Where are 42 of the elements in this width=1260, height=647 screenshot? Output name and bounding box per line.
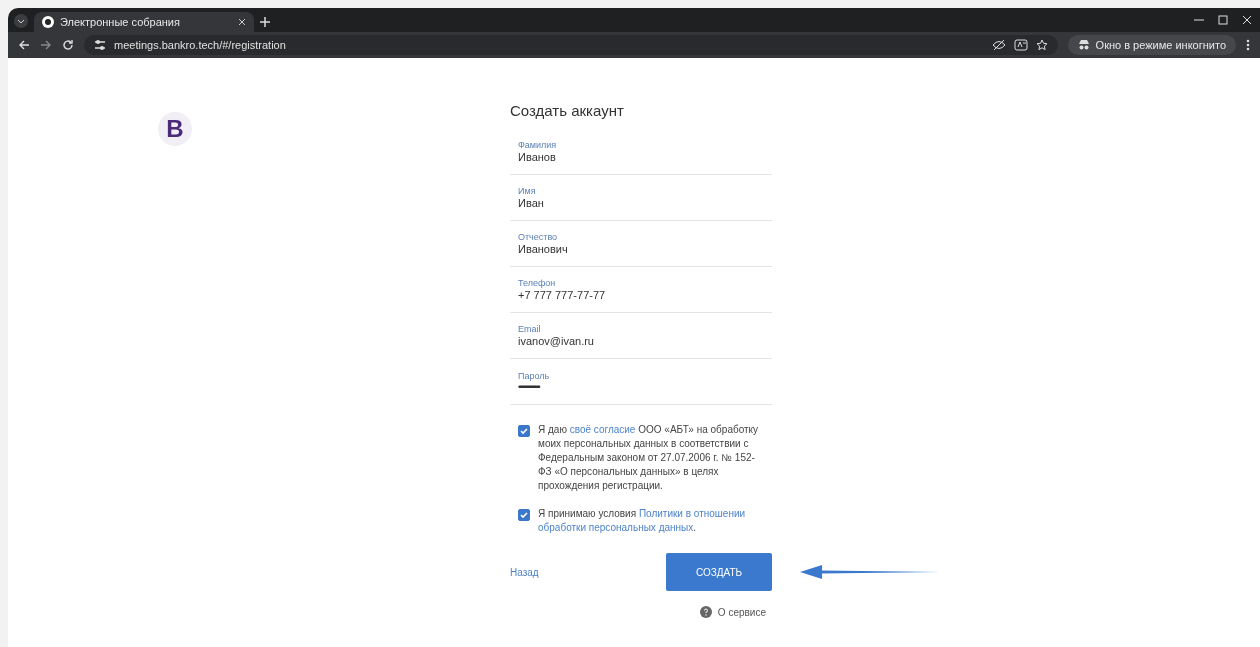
- field-label: Телефон: [518, 278, 557, 288]
- input-field[interactable]: Иван: [518, 197, 764, 209]
- input-field[interactable]: Иванович: [518, 243, 764, 255]
- checkbox[interactable]: [518, 425, 530, 437]
- back-icon[interactable]: [18, 39, 30, 51]
- tab-search-icon[interactable]: [14, 14, 28, 28]
- reload-icon[interactable]: [62, 39, 74, 51]
- maximize-icon[interactable]: [1218, 15, 1228, 25]
- field-label: Пароль: [518, 371, 551, 381]
- close-icon[interactable]: [1242, 15, 1252, 25]
- input-field[interactable]: Иванов: [518, 151, 764, 163]
- star-icon[interactable]: [1035, 39, 1048, 51]
- translate-icon[interactable]: [1013, 39, 1028, 51]
- field-label: Email: [518, 324, 542, 334]
- consent-text: Я принимаю условия Политики в отношении обработки персональных данных.: [538, 507, 747, 535]
- help-icon: [699, 606, 712, 618]
- about-link[interactable]: О сервисе: [693, 605, 772, 619]
- new-tab-icon[interactable]: [260, 17, 270, 27]
- site-icon: [42, 16, 54, 28]
- eye-off-icon[interactable]: [991, 39, 1006, 51]
- logo[interactable]: B: [158, 112, 192, 146]
- input-field[interactable]: +7 777 777-77-77: [518, 289, 764, 301]
- close-icon[interactable]: [238, 18, 246, 26]
- back-link[interactable]: Назад: [510, 566, 539, 578]
- input-field[interactable]: ivanov@ivan.ru: [518, 335, 764, 347]
- create-button[interactable]: СОЗДАТЬ: [666, 553, 772, 591]
- incognito-icon: [1077, 40, 1090, 50]
- checkbox[interactable]: [518, 509, 530, 521]
- consent-link[interactable]: Политики в отношении: [638, 508, 746, 519]
- menu-icon[interactable]: [1246, 39, 1250, 51]
- consent-text: Я даю своё согласие ООО «АБТ» на обработку моих персональных данных в соответствии с Федеральным законом от 27.07.2006 г. № 152-ФЗ «О персональных данных» в целях прохождения регистрации.: [538, 423, 760, 493]
- browser-tab[interactable]: Электронные собрания: [34, 12, 254, 32]
- field-label: Фамилия: [518, 140, 558, 150]
- consent-link[interactable]: своё согласие: [569, 424, 636, 435]
- page-title: Создать аккаунт: [510, 102, 625, 119]
- field-label: Отчество: [518, 232, 559, 242]
- forward-icon[interactable]: [40, 39, 52, 51]
- address-bar[interactable]: meetings.bankro.tech/#/registration: [84, 35, 1058, 55]
- incognito-button[interactable]: Окно в режиме инкогнито: [1067, 35, 1236, 55]
- input-field[interactable]: ••••••••••••••••••: [518, 382, 764, 392]
- site-settings-icon[interactable]: [94, 39, 106, 51]
- field-label: Имя: [518, 186, 537, 196]
